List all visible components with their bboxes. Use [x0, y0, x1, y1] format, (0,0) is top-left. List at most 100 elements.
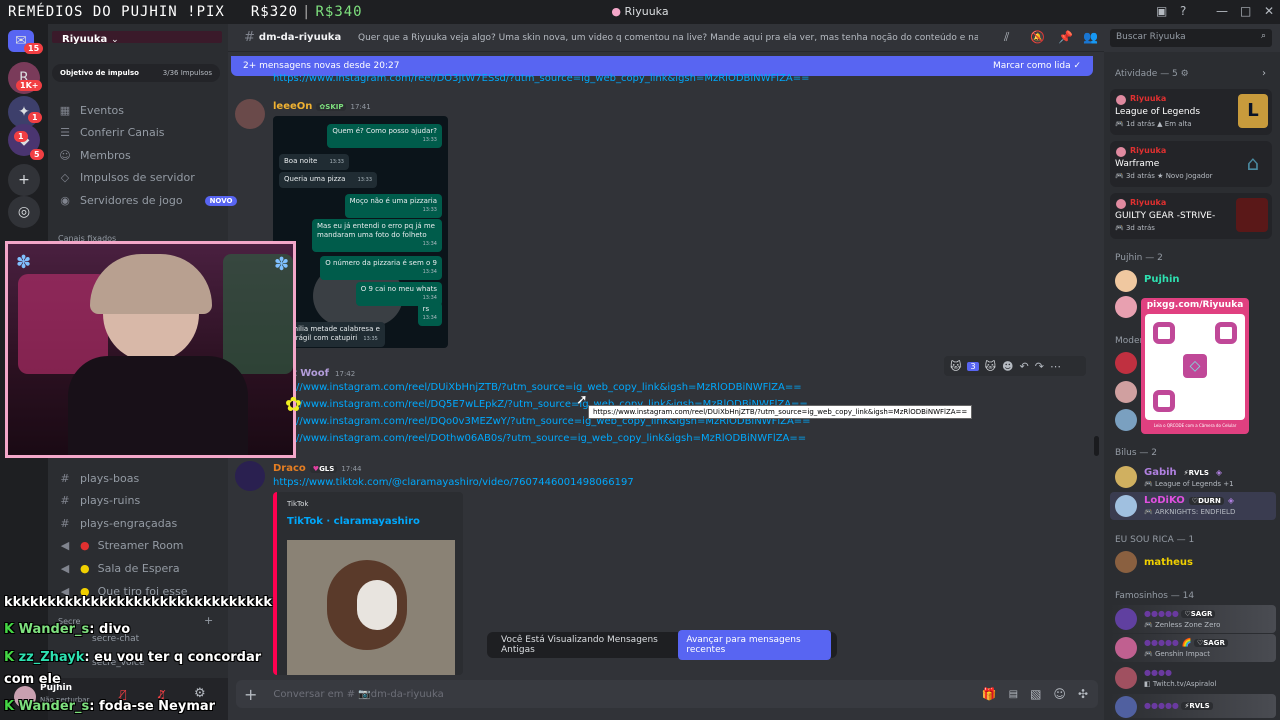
avatar[interactable] [1115, 495, 1137, 517]
inbox-icon[interactable]: ▣ [1156, 4, 1167, 18]
boost-goal-label: Objetivo de impulso [60, 69, 139, 77]
discover-icon[interactable]: ◎ [8, 196, 40, 228]
message-link[interactable]: https://www.tiktok.com/@claramayashiro/v… [273, 477, 634, 488]
guild-tag[interactable]: ✿SKIP [316, 102, 347, 111]
avatar [1116, 147, 1126, 157]
mark-as-read-button[interactable]: Marcar como lida ✓ [993, 61, 1081, 71]
close-icon[interactable]: ✕ [1264, 4, 1274, 18]
apps-icon[interactable]: ✣ [1078, 687, 1088, 701]
member-name[interactable]: matheus [1144, 557, 1193, 568]
reaction-count[interactable]: 3 [967, 361, 979, 371]
member-name[interactable]: Pujhin [1144, 274, 1180, 285]
message-link[interactable]: //www.instagram.com/reel/DOthw06AB0s/?ut… [296, 433, 806, 444]
voice-channel-streamer-room[interactable]: ◀ ● Streamer Room [58, 539, 184, 552]
yellow-dot-icon: ● [80, 562, 90, 575]
guild-tag: ♡DURN [1188, 496, 1224, 505]
message-input[interactable]: Conversar em # 📷dm-da-riyuuka [273, 689, 443, 700]
member-list-icon[interactable]: 👥 [1083, 30, 1098, 44]
threads-icon[interactable]: ⫽ [1004, 30, 1009, 45]
activity-card[interactable]: Riyuuka League of Legends 🎮 1d atrás ▲ E… [1110, 89, 1272, 135]
reaction-emoji-icon[interactable]: 🐱 [950, 360, 961, 373]
member-row[interactable]: Gabih ⚡RVLS ◈ [1144, 467, 1222, 478]
avatar[interactable] [1115, 296, 1137, 318]
avatar[interactable] [1115, 270, 1137, 292]
activity-card[interactable]: Riyuuka GUILTY GEAR -STRIVE- 🎮 3d atrás [1110, 193, 1272, 239]
sidebar-item-game-servers[interactable]: ◉ Servidores de jogo NOVO [58, 194, 238, 207]
jump-to-present-button[interactable]: Avançar para mensagens recentes [678, 630, 831, 660]
sidebar-item-events[interactable]: ▦ Eventos [58, 104, 124, 117]
voice-channel-sala-de-espera[interactable]: ◀ ● Sala de Espera [58, 562, 180, 575]
gear-icon[interactable]: ⚙ [1181, 69, 1189, 79]
activity-card[interactable]: Riyuuka Warframe 🎮 3d atrás ★ Novo Jogad… [1110, 141, 1272, 187]
chevron-right-icon[interactable]: › [1262, 68, 1266, 79]
add-reaction-icon[interactable]: ☻ [1002, 360, 1013, 373]
gif-icon[interactable]: ▤ [1009, 689, 1018, 700]
browse-icon: ☰ [60, 126, 70, 139]
boost-goal-count: 3/36 Impulsos [162, 69, 212, 77]
member-row[interactable]: LoDiKO ♡DURN ◈ [1144, 495, 1234, 506]
add-channel-icon[interactable]: + [204, 614, 213, 627]
embed-title[interactable]: TikTok · claramayashiro [287, 516, 420, 527]
message-link[interactable]: https://www.instagram.com/reel/DO3JtW7ES… [273, 73, 810, 84]
avatar[interactable] [235, 99, 265, 129]
avatar[interactable] [1115, 381, 1137, 403]
notification-bell-icon[interactable]: 🔕 [1030, 30, 1045, 44]
channel-topic[interactable]: Quer que a Riyuuka veja algo? Uma skin n… [358, 33, 978, 43]
dog-image [357, 580, 397, 630]
upload-plus-icon[interactable]: + [244, 685, 257, 704]
channel-plays-ruins[interactable]: # plays-ruins [58, 494, 140, 507]
activity-game: League of Legends [1115, 107, 1201, 117]
channel-plays-engracadas[interactable]: # plays-engraçadas [58, 517, 177, 530]
reaction-emoji-icon[interactable]: 🐱 [985, 360, 996, 373]
nitro-icon: ◈ [1215, 468, 1223, 477]
reply-icon[interactable]: ↶ [1020, 360, 1029, 373]
pin-icon[interactable]: 📌 [1058, 30, 1073, 44]
emoji-icon[interactable]: ☺ [1053, 687, 1066, 701]
member-tag-row: ●●●●● ♡SAGR [1144, 609, 1216, 618]
avatar[interactable] [1115, 352, 1137, 374]
video-thumbnail[interactable] [287, 540, 455, 675]
add-server-icon[interactable]: + [8, 164, 40, 196]
activity-meta: 🎮 1d atrás ▲ Em alta [1115, 120, 1192, 128]
username[interactable]: t Woof [292, 368, 329, 379]
help-icon[interactable]: ? [1180, 4, 1186, 18]
forward-icon[interactable]: ↷ [1035, 360, 1044, 373]
maximize-icon[interactable]: □ [1240, 4, 1251, 18]
message-actions-toolbar: 🐱 3 🐱 ☻ ↶ ↷ ⋯ [944, 356, 1086, 376]
chat-scrollbar[interactable] [1094, 436, 1099, 456]
qr-finder [1153, 390, 1175, 412]
sidebar-item-browse-channels[interactable]: ☰ Conferir Canais [58, 126, 164, 139]
sticker-icon[interactable]: ▧ [1030, 687, 1041, 701]
channel-plays-boas[interactable]: # plays-boas [58, 472, 139, 485]
old-messages-label: Você Está Visualizando Mensagens Antigas [501, 635, 658, 655]
sparkle-icon: ✽ [16, 252, 32, 273]
avatar [1116, 95, 1126, 105]
member-tag-row: ●●●●● ⚡RVLS [1144, 701, 1213, 710]
avatar[interactable] [1115, 608, 1137, 630]
message-link[interactable]: //www.instagram.com/reel/DUiXbHnjZTB/?ut… [296, 382, 802, 393]
whatsapp-screenshot[interactable]: Quem é? Como posso ajudar? 13:33 Boa noit… [273, 116, 448, 348]
server-header[interactable]: Riyuuka ⌄ [52, 31, 222, 45]
goal-current: R$320 [250, 4, 299, 20]
avatar[interactable] [1115, 667, 1137, 689]
minimize-icon[interactable]: — [1216, 4, 1228, 18]
member-name[interactable]: ●●●● [1144, 668, 1172, 677]
search-input[interactable]: Buscar Riyuuka ⌕ [1110, 29, 1272, 47]
activity-meta: 🎮 3d atrás [1115, 224, 1155, 232]
guild-tag[interactable]: ♥GLS [309, 464, 338, 473]
message-composer[interactable]: + Conversar em # 📷dm-da-riyuuka 🎁 ▤ ▧ ☺ … [236, 680, 1098, 708]
username[interactable]: leeeOn [273, 101, 312, 112]
avatar[interactable] [1115, 409, 1137, 431]
avatar[interactable] [1115, 696, 1137, 718]
avatar[interactable] [1115, 466, 1137, 488]
sidebar-item-server-boosts[interactable]: ◇ Impulsos de servidor [58, 171, 195, 184]
sidebar-item-members[interactable]: ☺ Membros [58, 149, 130, 162]
avatar[interactable] [235, 461, 265, 491]
username[interactable]: Draco [273, 463, 306, 474]
avatar[interactable] [1115, 637, 1137, 659]
gift-icon[interactable]: 🎁 [982, 687, 997, 701]
kick-icon: K [4, 622, 15, 637]
boost-goal-bar[interactable]: Objetivo de impulso 3/36 Impulsos [52, 64, 220, 82]
avatar[interactable] [1115, 551, 1137, 573]
more-options-icon[interactable]: ⋯ [1050, 360, 1061, 373]
